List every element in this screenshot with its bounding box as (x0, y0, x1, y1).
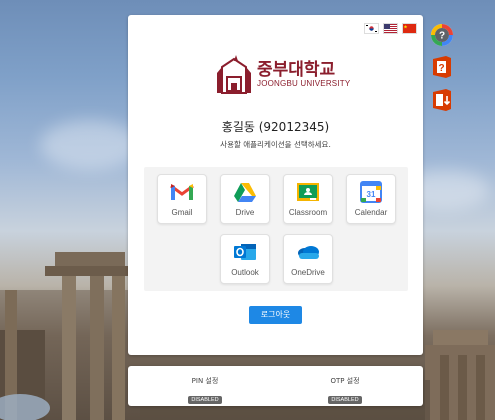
app-gmail[interactable]: Gmail (157, 174, 207, 224)
google-help-icon[interactable]: ? (430, 23, 454, 47)
outlook-icon (234, 244, 256, 260)
app-label: Classroom (288, 208, 328, 217)
google-drive-icon (234, 183, 256, 202)
app-outlook[interactable]: Outlook (220, 234, 270, 284)
app-grid: Gmail Drive Classroom 31 Calendar Outloo… (144, 167, 408, 291)
svg-text:31: 31 (367, 190, 376, 199)
app-onedrive[interactable]: OneDrive (283, 234, 333, 284)
language-selector (364, 23, 417, 34)
security-settings-bar: PIN 설정 DISABLED OTP 설정 DISABLED (128, 366, 423, 406)
app-label: Calendar (354, 208, 388, 217)
onedrive-icon (298, 246, 319, 259)
university-name-korean: 중부대학교 (257, 60, 336, 80)
china-flag-icon[interactable] (402, 23, 417, 34)
app-classroom[interactable]: Classroom (283, 174, 333, 224)
google-classroom-icon (297, 183, 319, 201)
app-label: Drive (235, 208, 255, 217)
app-label: Gmail (171, 208, 193, 217)
app-label: Outlook (231, 268, 259, 277)
app-drive[interactable]: Drive (220, 174, 270, 224)
instruction-text: 사용할 애플리케이션을 선택하세요. (220, 140, 331, 149)
svg-text:?: ? (438, 63, 444, 74)
pin-setting-label: PIN 설정 (191, 377, 219, 385)
gmail-icon (170, 184, 194, 200)
status-badge: DISABLED (328, 396, 362, 404)
otp-setting-label: OTP 설정 (330, 377, 360, 385)
university-name-english: JOONGBU UNIVERSITY (257, 79, 351, 88)
status-badge: DISABLED (188, 396, 222, 404)
logout-button[interactable]: 로그아웃 (249, 306, 302, 324)
google-calendar-icon: 31 (360, 181, 382, 203)
office-download-icon[interactable] (430, 88, 454, 112)
university-logo: 중부대학교 JOONGBU UNIVERSITY (214, 53, 350, 97)
korean-flag-icon[interactable] (364, 23, 379, 34)
office-help-icon[interactable]: ? (430, 55, 454, 79)
svg-text:?: ? (439, 31, 445, 42)
app-calendar[interactable]: 31 Calendar (346, 174, 396, 224)
login-card: 중부대학교 JOONGBU UNIVERSITY 홍길동 (92012345) … (128, 15, 423, 355)
us-flag-icon[interactable] (383, 23, 398, 34)
university-emblem-icon (217, 55, 251, 94)
app-label: OneDrive (291, 268, 325, 277)
user-name-id: 홍길동 (92012345) (221, 120, 330, 134)
pin-setting[interactable]: PIN 설정 DISABLED (155, 376, 255, 405)
otp-setting[interactable]: OTP 설정 DISABLED (295, 376, 395, 405)
